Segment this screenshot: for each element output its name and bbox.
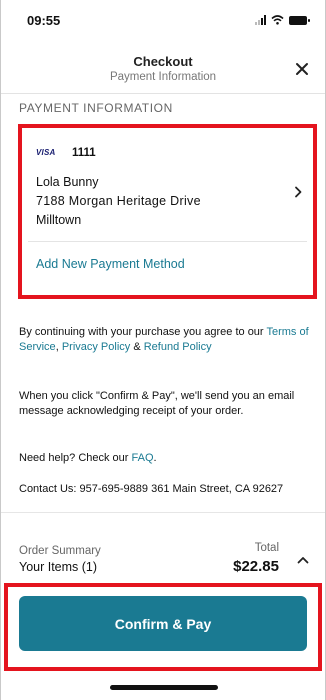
section-label: PAYMENT INFORMATION (19, 101, 173, 115)
page-subtitle: Payment Information (109, 71, 217, 83)
help-text: Need help? Check our FAQ. (19, 451, 311, 466)
signal-icon (255, 15, 266, 25)
checkout-screen: 09:55 Checkout Payment Information PAYME… (0, 0, 326, 700)
home-indicator[interactable] (110, 685, 218, 690)
visa-card-icon: VISA (36, 148, 56, 157)
billing-street: 7188 Morgan Heritage Drive (36, 194, 201, 208)
privacy-policy-link[interactable]: Privacy Policy (62, 341, 130, 353)
close-icon[interactable] (293, 60, 311, 78)
confirm-pay-button[interactable]: Confirm & Pay (19, 596, 307, 651)
page-title: Checkout (133, 54, 193, 69)
billing-city: Milltown (36, 213, 82, 227)
terms-separator: & (130, 341, 144, 353)
status-time: 09:55 (27, 13, 61, 28)
order-summary[interactable]: Order Summary Your Items (1) Total $22.8… (1, 512, 325, 580)
wifi-icon (271, 15, 284, 25)
card-last4: 1111 (72, 147, 96, 159)
total-label: Total (254, 542, 279, 554)
terms-agreement-text: By continuing with your purchase you agr… (19, 325, 311, 355)
terms-prefix: By continuing with your purchase you agr… (19, 326, 267, 338)
add-payment-method-link[interactable]: Add New Payment Method (36, 257, 185, 271)
refund-policy-link[interactable]: Refund Policy (144, 341, 212, 353)
cardholder-name: Lola Bunny (36, 175, 99, 189)
contact-text: Contact Us: 957-695-9889 361 Main Street… (19, 483, 284, 495)
battery-icon (289, 15, 310, 25)
email-notice-text: When you click "Confirm & Pay", we'll se… (19, 390, 295, 417)
order-summary-label: Order Summary (19, 545, 101, 557)
status-icons (255, 15, 310, 25)
header: Checkout Payment Information (1, 48, 325, 94)
confirm-highlight: Confirm & Pay (4, 583, 322, 671)
chevron-right-icon (295, 186, 302, 198)
faq-link[interactable]: FAQ (132, 452, 154, 464)
saved-payment-card[interactable]: VISA 1111 Lola Bunny 7188 Morgan Heritag… (28, 134, 307, 242)
help-suffix: . (153, 452, 157, 464)
status-bar: 09:55 (1, 0, 325, 40)
order-items-count: Your Items (1) (19, 560, 98, 574)
help-prefix: Need help? Check our (19, 452, 132, 464)
payment-method-highlight: VISA 1111 Lola Bunny 7188 Morgan Heritag… (18, 124, 317, 299)
chevron-up-icon[interactable] (297, 555, 309, 565)
total-value: $22.85 (233, 558, 279, 575)
